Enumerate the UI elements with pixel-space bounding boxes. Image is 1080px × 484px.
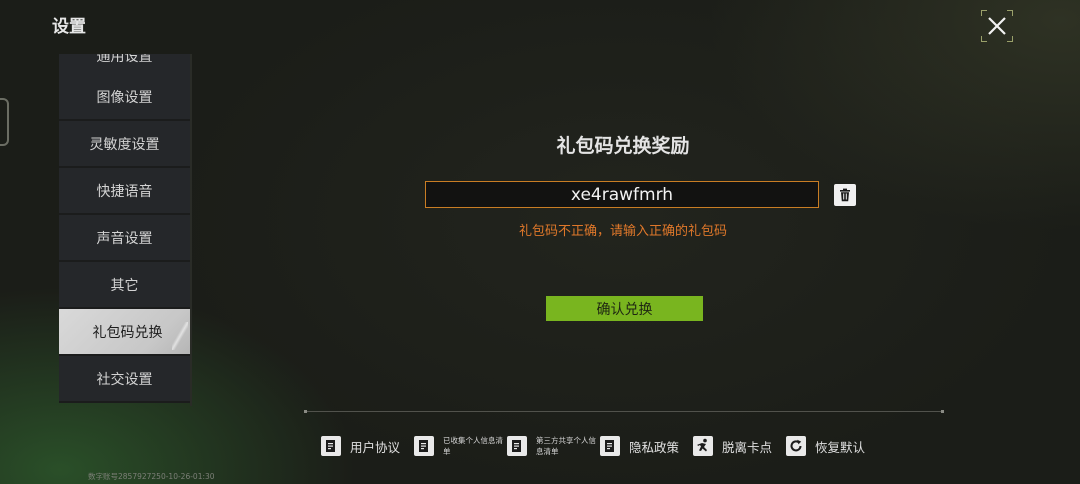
gift-code-input[interactable] xyxy=(425,181,819,208)
page-title: 设置 xyxy=(52,17,86,37)
sidebar-item-label: 图像设置 xyxy=(96,89,153,106)
settings-sidebar: 通用设置 图像设置 灵敏度设置 快捷语音 声音设置 其它 礼包码兑换 社交设置 xyxy=(59,54,192,406)
footer-label: 已收集个人信息清单 xyxy=(443,436,503,456)
close-button[interactable] xyxy=(981,10,1013,42)
footer-label: 用户协议 xyxy=(350,439,401,455)
sidebar-item-graphics[interactable]: 图像设置 xyxy=(59,74,190,121)
footer-restore-defaults[interactable]: 恢复默认 xyxy=(786,434,865,458)
sidebar-item-label: 灵敏度设置 xyxy=(89,136,160,153)
trash-icon xyxy=(840,188,850,202)
clear-code-button[interactable] xyxy=(834,184,856,206)
footer-unstuck[interactable]: 脱离卡点 xyxy=(693,434,772,458)
document-icon xyxy=(414,436,434,456)
confirm-redeem-button[interactable]: 确认兑换 xyxy=(546,296,703,321)
sidebar-item-label: 其它 xyxy=(110,277,139,294)
footer-label: 恢复默认 xyxy=(815,439,866,455)
build-info: 数字账号2857927250-10-26-01:30 xyxy=(88,472,215,481)
footer-label: 第三方共享个人信息清单 xyxy=(536,436,596,456)
footer-user-agreement[interactable]: 用户协议 xyxy=(321,434,400,458)
footer-divider xyxy=(304,410,944,413)
sidebar-item-other[interactable]: 其它 xyxy=(59,262,190,309)
footer-privacy-policy[interactable]: 隐私政策 xyxy=(600,434,679,458)
sidebar-item-label: 快捷语音 xyxy=(96,183,153,200)
error-message: 礼包码不正确，请输入正确的礼包码 xyxy=(518,224,727,239)
sidebar-item-sound[interactable]: 声音设置 xyxy=(59,215,190,262)
footer-third-party-info-list[interactable]: 第三方共享个人信息清单 xyxy=(507,434,596,458)
sidebar-item-label: 通用设置 xyxy=(96,54,153,65)
sidebar-item-gift-code[interactable]: 礼包码兑换 xyxy=(59,309,190,356)
sidebar-item-social[interactable]: 社交设置 xyxy=(59,356,190,403)
side-drawer-handle[interactable] xyxy=(0,98,9,146)
footer-collected-info-list[interactable]: 已收集个人信息清单 xyxy=(414,434,503,458)
running-figure-icon xyxy=(693,436,713,456)
redeem-heading: 礼包码兑换奖励 xyxy=(556,135,690,157)
sidebar-item-sensitivity[interactable]: 灵敏度设置 xyxy=(59,121,190,168)
document-icon xyxy=(600,436,620,456)
sidebar-item-label: 社交设置 xyxy=(96,371,153,388)
sidebar-item-label: 礼包码兑换 xyxy=(92,324,163,341)
document-icon xyxy=(507,436,527,456)
footer-label: 隐私政策 xyxy=(629,439,680,455)
refresh-icon xyxy=(786,436,806,456)
sidebar-item-label: 声音设置 xyxy=(96,230,153,247)
document-icon xyxy=(321,436,341,456)
sidebar-item-quick-voice[interactable]: 快捷语音 xyxy=(59,168,190,215)
footer-label: 脱离卡点 xyxy=(722,439,773,455)
